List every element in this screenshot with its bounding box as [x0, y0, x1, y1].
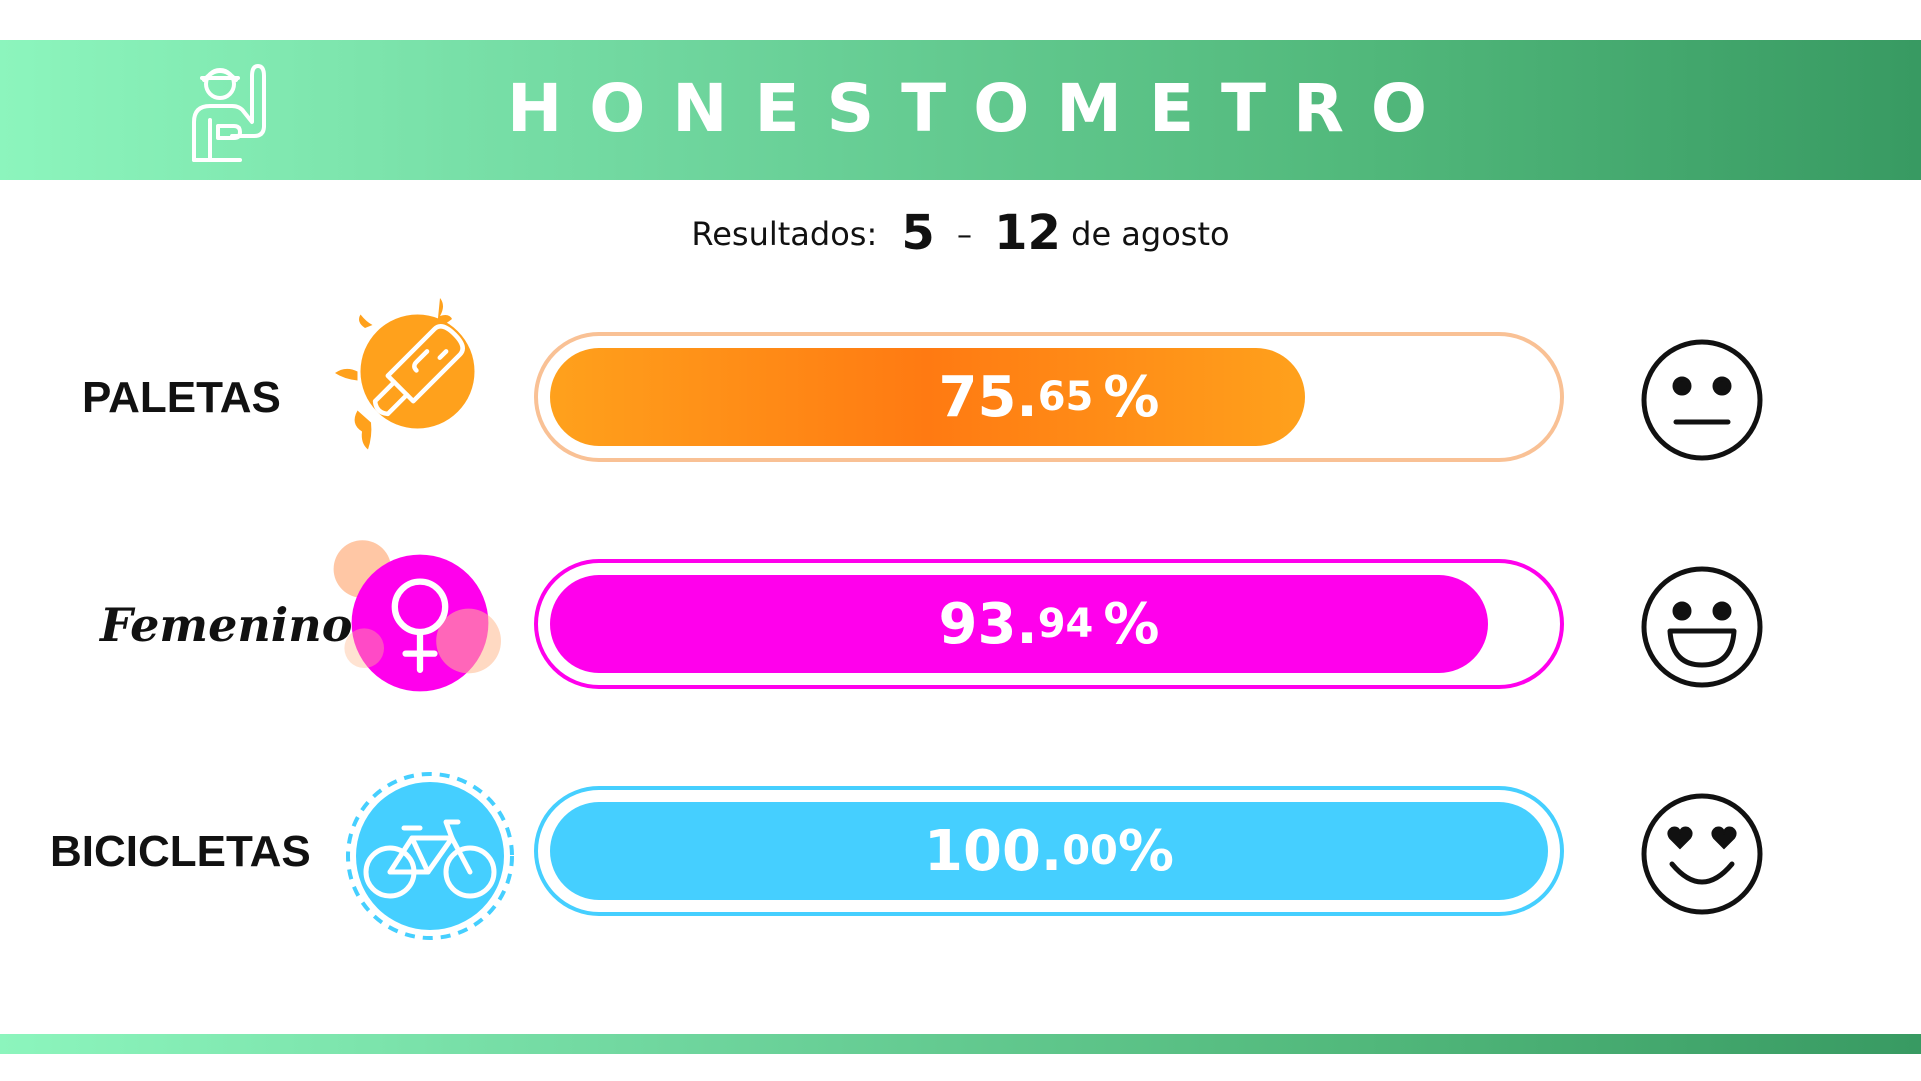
progress-track: 100. 00% — [534, 786, 1564, 916]
row-bicicletas: BICICLETAS 100. 00% — [0, 772, 1921, 940]
date-range: Resultados: 5 – 12 de agosto — [0, 205, 1921, 261]
heart-eyes-face-icon — [1641, 793, 1763, 915]
start-day: 5 — [901, 205, 935, 261]
results-label: Resultados: — [691, 215, 878, 253]
progress-track: 75. 65% — [534, 332, 1564, 462]
row-label: BICICLETAS — [50, 827, 311, 876]
progress-track: 93. 94% — [534, 559, 1564, 689]
female-symbol-icon — [333, 540, 501, 692]
percentage-decimal: 65 — [1037, 374, 1094, 420]
percentage-integer: 93. — [938, 591, 1038, 657]
row-label: PALETAS — [82, 373, 281, 422]
percentage-integer: 75. — [938, 364, 1038, 430]
row-label: Femenino — [100, 598, 353, 652]
neutral-face-icon — [1641, 339, 1763, 461]
popsicle-icon — [335, 298, 475, 450]
month-label: de agosto — [1071, 215, 1230, 253]
percentage-value: 93. 94% — [538, 563, 1560, 685]
row-paletas: PALETAS 75. 65% — [0, 298, 1921, 478]
percentage-decimal: 94 — [1037, 601, 1094, 647]
bicycle-icon — [346, 772, 514, 940]
percentage-decimal: 00 — [1062, 828, 1118, 874]
header-banner: HONESTOMETRO — [0, 40, 1921, 180]
percentage-sign: % — [1117, 818, 1174, 884]
footer-bar — [0, 1034, 1921, 1054]
percentage-sign: % — [1103, 364, 1160, 430]
percentage-value: 75. 65% — [538, 336, 1560, 458]
percentage-integer: 100. — [924, 818, 1063, 884]
percentage-sign: % — [1103, 591, 1160, 657]
grinning-face-icon — [1641, 566, 1763, 688]
end-day: 12 — [994, 205, 1061, 261]
row-femenino: Femenino 93. 94% — [0, 540, 1921, 705]
percentage-value: 100. 00% — [538, 790, 1560, 912]
range-dash: – — [956, 218, 972, 253]
page-title: HONESTOMETRO — [506, 70, 1455, 147]
